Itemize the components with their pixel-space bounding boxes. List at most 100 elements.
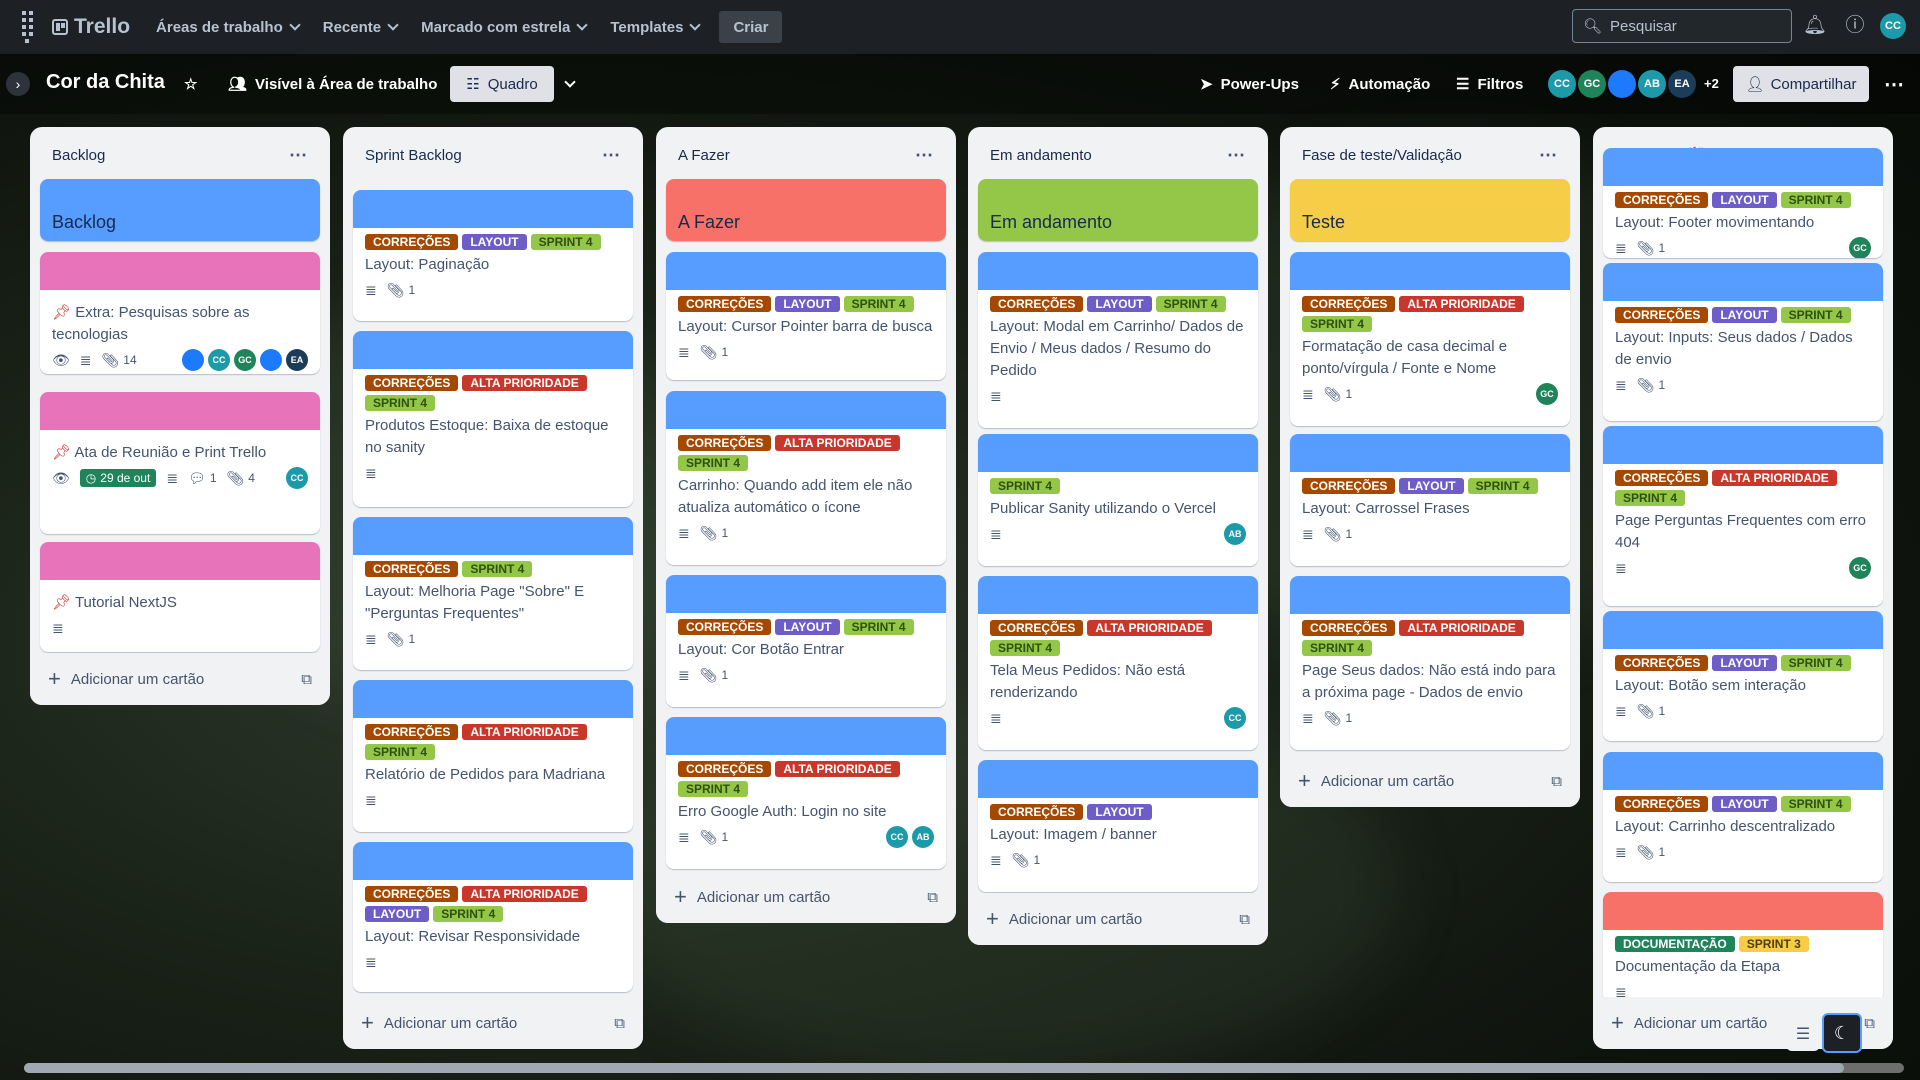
card-label[interactable]: SPRINT 4 <box>678 781 749 797</box>
card[interactable]: CORREÇÕES LAYOUT SPRINT 4 Layout: Inputs: S… <box>1603 263 1883 421</box>
card-label[interactable]: ALTA PRIORIDADE <box>462 886 587 902</box>
card[interactable]: CORREÇÕES LAYOUT SPRINT 4 Layout: Modal em … <box>978 252 1258 428</box>
member-avatar[interactable]: GC <box>1849 557 1871 579</box>
member-avatar[interactable] <box>260 349 282 371</box>
card-label[interactable]: CORREÇÕES <box>365 724 459 740</box>
card-label[interactable]: CORREÇÕES <box>1615 470 1709 486</box>
member-avatar[interactable]: EA <box>1668 70 1696 98</box>
card-label[interactable]: SPRINT 4 <box>1302 316 1373 332</box>
add-card-button[interactable]: + Adicionar um cartão <box>1298 770 1454 792</box>
card-label[interactable]: DOCUMENTAÇÃO <box>1615 936 1735 952</box>
card-label[interactable]: LAYOUT <box>775 619 840 635</box>
star-board-button[interactable]: ☆ <box>184 68 197 100</box>
card-label[interactable]: SPRINT 3 <box>1738 936 1809 952</box>
automation-button[interactable]: ⚡︎ Automação <box>1330 68 1430 100</box>
card-label[interactable]: ALTA PRIORIDADE <box>775 435 900 451</box>
card[interactable]: CORREÇÕES ALTA PRIORIDADE SPRINT 4 Page Per… <box>1603 426 1883 606</box>
card[interactable]: CORREÇÕES LAYOUT SPRINT 4 Layout: Carrossel… <box>1290 434 1570 566</box>
user-avatar[interactable]: CC <box>1880 13 1906 39</box>
card-label[interactable]: SPRINT 4 <box>365 395 436 411</box>
card-label[interactable]: CORREÇÕES <box>365 561 459 577</box>
card-label[interactable]: CORREÇÕES <box>1302 478 1396 494</box>
member-avatar[interactable]: GC <box>1578 70 1606 98</box>
card-label[interactable]: LAYOUT <box>1087 296 1152 312</box>
member-avatar[interactable]: GC <box>234 349 256 371</box>
card[interactable]: CORREÇÕES LAYOUT SPRINT 4 Layout: Footer mo… <box>1603 148 1883 258</box>
member-avatar[interactable]: CC <box>886 826 908 848</box>
member-avatar[interactable] <box>182 349 204 371</box>
card-label[interactable]: SPRINT 4 <box>1780 307 1851 323</box>
due-date-badge[interactable]: ◷ 29 de out <box>79 469 157 487</box>
card-label[interactable]: SPRINT 4 <box>1615 490 1686 506</box>
list-menu-dots-icon[interactable]: ⋯ <box>1539 145 1558 166</box>
card-label[interactable]: LAYOUT <box>1712 307 1777 323</box>
card-label[interactable]: CORREÇÕES <box>990 804 1084 820</box>
template-icon[interactable]: ⧉ <box>927 889 938 906</box>
template-icon[interactable]: ⧉ <box>1551 773 1562 790</box>
filters-button[interactable]: ☰ Filtros <box>1456 68 1523 100</box>
card-label[interactable]: SPRINT 4 <box>433 906 504 922</box>
card-label[interactable]: CORREÇÕES <box>678 619 772 635</box>
card[interactable]: CORREÇÕES ALTA PRIORIDADE LAYOUT SPRINT 4 La… <box>353 842 633 992</box>
card-label[interactable]: SPRINT 4 <box>843 296 914 312</box>
card[interactable]: 📌︎ Ata de Reunião e Print Trello 👁︎ ◷ 29 de… <box>40 392 320 534</box>
card-label[interactable]: LAYOUT <box>1712 192 1777 208</box>
card-label[interactable]: LAYOUT <box>462 234 527 250</box>
card[interactable]: CORREÇÕES LAYOUT SPRINT 4 Layout: Cursor Po… <box>666 252 946 380</box>
card-label[interactable]: CORREÇÕES <box>365 375 459 391</box>
card-label[interactable]: SPRINT 4 <box>1780 192 1851 208</box>
card-label[interactable]: ALTA PRIORIDADE <box>1399 296 1524 312</box>
member-avatar[interactable]: CC <box>1224 707 1246 729</box>
card-label[interactable]: LAYOUT <box>1087 804 1152 820</box>
card-label[interactable]: CORREÇÕES <box>365 234 459 250</box>
card-label[interactable]: CORREÇÕES <box>365 886 459 902</box>
card-label[interactable]: SPRINT 4 <box>530 234 601 250</box>
list-header[interactable]: Backlog ⋯ <box>30 127 330 183</box>
template-icon[interactable]: ⧉ <box>614 1015 625 1032</box>
card-label[interactable]: CORREÇÕES <box>1615 192 1709 208</box>
card[interactable]: CORREÇÕES ALTA PRIORIDADE SPRINT 4 Carrinho… <box>666 391 946 565</box>
card-label[interactable]: CORREÇÕES <box>1615 655 1709 671</box>
template-icon[interactable]: ⧉ <box>1864 1015 1875 1032</box>
views-dropdown[interactable] <box>564 68 576 100</box>
member-avatar[interactable]: GC <box>1536 383 1558 405</box>
card[interactable]: CORREÇÕES ALTA PRIORIDADE SPRINT 4 Produtos… <box>353 331 633 507</box>
powerups-button[interactable]: ➤ Power-Ups <box>1200 68 1299 100</box>
list-cover-card[interactable]: Backlog <box>40 179 320 241</box>
member-avatar[interactable]: AB <box>1224 523 1246 545</box>
card-label[interactable]: SPRINT 4 <box>1780 655 1851 671</box>
board-menu-dots-icon[interactable]: ⋯ <box>1884 68 1904 100</box>
help-icon[interactable]: ⓘ <box>1842 13 1868 39</box>
card-label[interactable]: LAYOUT <box>1712 655 1777 671</box>
list-view-icon[interactable]: ☰ <box>1786 1017 1820 1051</box>
card[interactable]: CORREÇÕES ALTA PRIORIDADE SPRINT 4 Page Seu… <box>1290 576 1570 750</box>
add-card-button[interactable]: + Adicionar um cartão <box>48 668 204 690</box>
template-icon[interactable]: ⧉ <box>1239 911 1250 928</box>
card-label[interactable]: SPRINT 4 <box>1467 478 1538 494</box>
card-label[interactable]: LAYOUT <box>1399 478 1464 494</box>
card-label[interactable]: ALTA PRIORIDADE <box>462 724 587 740</box>
add-card-button[interactable]: + Adicionar um cartão <box>361 1012 517 1034</box>
member-avatar[interactable]: CC <box>1548 70 1576 98</box>
bell-icon[interactable]: 🔔︎ <box>1802 13 1828 39</box>
list-header[interactable]: Sprint Backlog ⋯ <box>343 127 643 183</box>
list-title[interactable]: Fase de teste/Validação <box>1302 147 1462 164</box>
card[interactable]: CORREÇÕES ALTA PRIORIDADE SPRINT 4 Tela Meu… <box>978 576 1258 750</box>
list-title[interactable]: Em andamento <box>990 147 1092 164</box>
sidebar-toggle-icon[interactable]: › <box>6 72 30 96</box>
card-label[interactable]: CORREÇÕES <box>1615 307 1709 323</box>
card-label[interactable]: SPRINT 4 <box>1302 640 1373 656</box>
card-label[interactable]: SPRINT 4 <box>990 640 1061 656</box>
member-avatar[interactable]: AB <box>912 826 934 848</box>
card-label[interactable]: CORREÇÕES <box>990 620 1084 636</box>
board-view-button[interactable]: ☷ Quadro <box>450 66 554 102</box>
card-label[interactable]: CORREÇÕES <box>678 435 772 451</box>
member-avatar[interactable]: AB <box>1638 70 1666 98</box>
card-label[interactable]: CORREÇÕES <box>990 296 1084 312</box>
list-cover-card[interactable]: Teste <box>1290 179 1570 241</box>
member-avatar[interactable]: EA <box>286 349 308 371</box>
card-label[interactable]: SPRINT 4 <box>1780 796 1851 812</box>
add-card-button[interactable]: + Adicionar um cartão <box>1611 1012 1767 1034</box>
nav-workspaces[interactable]: Áreas de trabalho <box>144 11 311 43</box>
list-title[interactable]: Sprint Backlog <box>365 147 462 164</box>
